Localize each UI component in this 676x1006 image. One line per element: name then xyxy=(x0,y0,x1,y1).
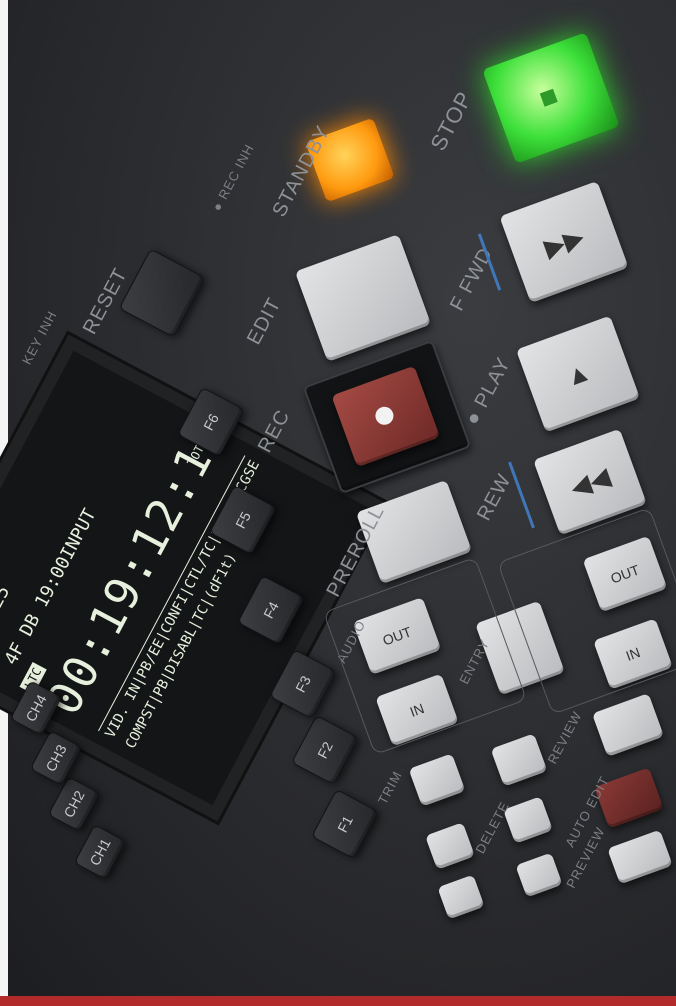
audio-section-outline xyxy=(322,556,528,756)
review-label: REVIEW xyxy=(544,708,585,767)
f1-key-label: F1 xyxy=(334,813,356,835)
play-button[interactable]: ▲ xyxy=(515,315,641,433)
rewind-icon: ◀◀ xyxy=(565,460,614,503)
ch2-key[interactable]: CH2 xyxy=(47,776,101,832)
small-key-1[interactable] xyxy=(425,822,475,870)
ch4-key-label: CH4 xyxy=(22,691,50,725)
trim-plus-button[interactable] xyxy=(490,733,548,787)
f2-key-label: F2 xyxy=(314,739,336,761)
edit-button[interactable] xyxy=(294,234,432,362)
f2-key[interactable]: F2 xyxy=(291,714,359,786)
preview-button[interactable] xyxy=(607,829,673,885)
ch1-key[interactable]: CH1 xyxy=(73,824,127,880)
ffwd-label: F FWD xyxy=(445,243,498,315)
rew-label: REW xyxy=(473,470,516,525)
stop-label: STOP xyxy=(425,86,478,155)
ch2-key-label: CH2 xyxy=(60,787,88,821)
small-key-4[interactable] xyxy=(515,852,563,898)
play-icon: ▲ xyxy=(560,355,596,393)
trim-label: TRIM xyxy=(374,768,405,807)
small-key-2[interactable] xyxy=(503,796,553,844)
stop-button[interactable] xyxy=(482,32,620,164)
reset-button[interactable] xyxy=(118,248,206,338)
play-label: ● PLAY xyxy=(461,353,516,429)
f4-key-label: F4 xyxy=(260,599,282,621)
record-dot-icon xyxy=(372,404,396,428)
f6-key-label: F6 xyxy=(200,411,222,433)
fast-forward-icon: ▶▶ xyxy=(539,220,588,263)
small-key-3[interactable] xyxy=(437,874,485,920)
ffwd-button[interactable]: ▶▶ xyxy=(499,180,629,304)
rew-accent-line xyxy=(508,461,535,529)
bottom-accent-bar xyxy=(0,996,676,1006)
rec-inh-label: ● REC INH xyxy=(208,141,257,214)
f5-key-label: F5 xyxy=(232,509,254,531)
ch1-key-label: CH1 xyxy=(86,835,114,869)
review-button[interactable] xyxy=(591,693,665,757)
f3-key-label: F3 xyxy=(292,673,314,695)
delete-label: DELETE xyxy=(472,799,513,856)
vtr-control-panel-photo: SD 625 4F DB 19:00INPUT 00:19:12:16 LTC … xyxy=(0,0,676,1006)
edit-label: EDIT xyxy=(242,294,286,349)
trim-minus-button[interactable] xyxy=(408,753,466,807)
ch3-key-label: CH3 xyxy=(42,741,70,775)
f1-key[interactable]: F1 xyxy=(311,788,379,860)
stop-icon xyxy=(539,88,558,107)
rec-button[interactable] xyxy=(331,365,441,468)
